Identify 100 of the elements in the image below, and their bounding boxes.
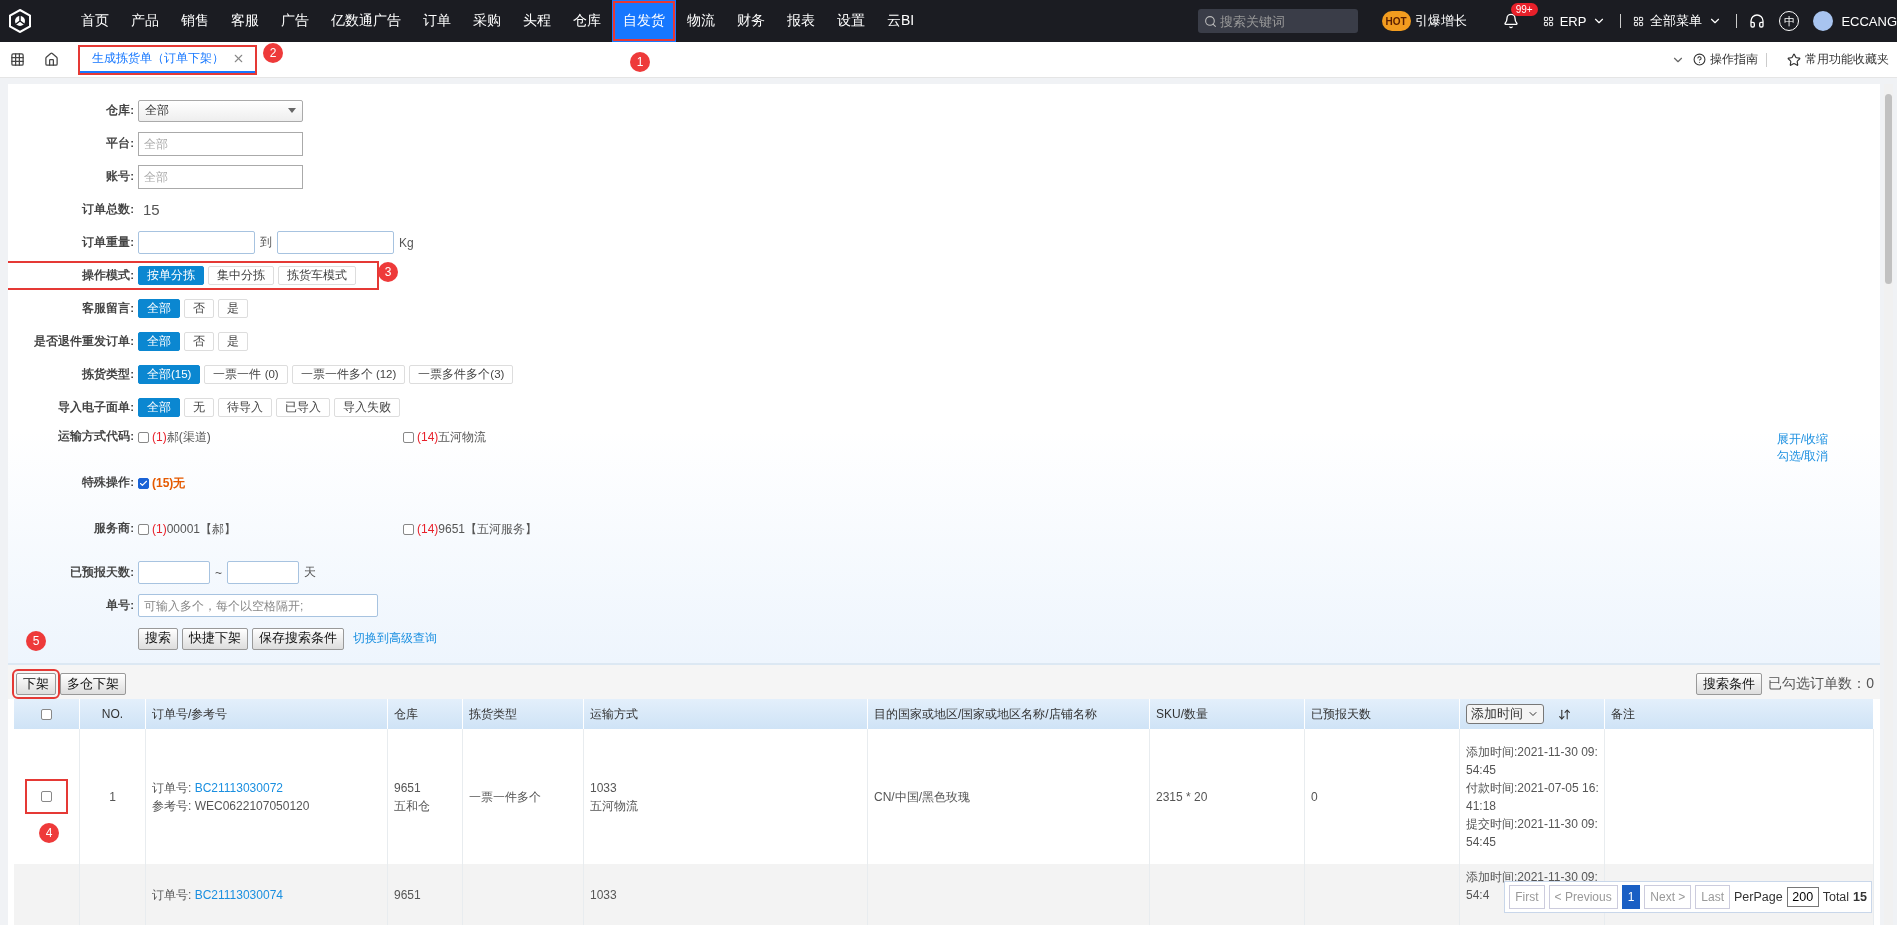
search-button[interactable]: 保存搜索条件: [252, 627, 344, 650]
nav-item[interactable]: 云BI: [876, 0, 926, 42]
filter-option[interactable]: 集中分拣: [208, 266, 274, 285]
column-header: NO.: [80, 699, 146, 729]
filter-option[interactable]: 一票一件 (0): [204, 365, 288, 384]
nav-item[interactable]: 亿数通广告: [320, 0, 412, 42]
total-count: 15: [1853, 890, 1867, 904]
logo-icon[interactable]: [8, 9, 32, 33]
sort-select[interactable]: 添加时间: [1466, 704, 1544, 724]
checkbox[interactable]: [41, 708, 52, 720]
apps-icon[interactable]: [9, 52, 25, 67]
filter-option[interactable]: 全部: [138, 332, 180, 351]
table-cell-text: CN/中国/黑色玫瑰: [874, 788, 971, 806]
filter-option[interactable]: 否: [184, 332, 214, 351]
days-max-field[interactable]: [227, 561, 299, 584]
filter-option[interactable]: 全部: [138, 299, 180, 318]
nav-item[interactable]: 客服: [220, 0, 270, 42]
filter-option[interactable]: 全部: [138, 398, 180, 417]
avatar[interactable]: [1813, 11, 1834, 31]
toggle-link[interactable]: 展开/收缩: [1776, 431, 1828, 448]
search-conditions-button[interactable]: 搜索条件: [1696, 673, 1763, 695]
nav-item[interactable]: 设置: [826, 0, 876, 42]
nav-item[interactable]: 订单: [412, 0, 462, 42]
table-cell-text: 2315 * 20: [1156, 788, 1209, 806]
filter-option[interactable]: 是: [218, 332, 248, 351]
per-page-field[interactable]: 200: [1786, 887, 1819, 907]
field-label: 账号:: [105, 169, 135, 184]
nav-item[interactable]: 首页: [70, 0, 120, 42]
user-name[interactable]: ECCANG: [1841, 13, 1897, 29]
favorites-link[interactable]: 常用功能收藏夹: [1805, 51, 1889, 68]
nav-item[interactable]: 采购: [462, 0, 512, 42]
filter-option[interactable]: 是: [218, 299, 248, 318]
filter-option[interactable]: 导入失败: [334, 398, 400, 417]
column-header: SKU/数量: [1150, 699, 1305, 729]
search-button[interactable]: 搜索: [138, 627, 178, 650]
filter-option[interactable]: 一票多件多个(3): [409, 365, 514, 384]
filter-option[interactable]: 一票一件多个 (12): [291, 365, 406, 384]
filter-option[interactable]: 已导入: [276, 398, 330, 417]
checkbox[interactable]: [403, 432, 414, 443]
nav-item[interactable]: 产品: [120, 0, 170, 42]
column-header: 拣货类型: [463, 699, 584, 729]
sort-icon[interactable]: [1558, 707, 1571, 721]
checkbox[interactable]: [41, 791, 52, 802]
warehouse-select[interactable]: 全部: [138, 99, 303, 122]
star-icon: [1787, 52, 1801, 67]
shelf-button[interactable]: 多仓下架: [60, 673, 126, 695]
nav-item[interactable]: 销售: [170, 0, 220, 42]
account-field[interactable]: 全部: [138, 164, 303, 189]
nav-item[interactable]: 报表: [776, 0, 826, 42]
checkbox[interactable]: [403, 524, 414, 535]
headset-icon[interactable]: [1749, 13, 1766, 29]
weight-max-field[interactable]: [277, 231, 394, 254]
filter-option[interactable]: 按单分拣: [138, 266, 204, 285]
search-field[interactable]: 搜索关键词: [1197, 9, 1358, 33]
page-button[interactable]: 1: [1621, 885, 1641, 909]
time-text: 付款时间:2021-07-05 16:: [1466, 779, 1599, 797]
table-cell-text: 9651: [394, 887, 422, 904]
order-number-field[interactable]: 可输入多个，每个以空格隔开;: [138, 594, 378, 617]
field-label: 特殊操作:: [81, 475, 135, 490]
table-cell-text: 五河物流: [590, 797, 639, 815]
scrollbar[interactable]: [1884, 84, 1893, 925]
nav-item[interactable]: 物流: [676, 0, 726, 42]
column-header: 已预报天数: [1305, 699, 1460, 729]
days-min-field[interactable]: [138, 561, 210, 584]
nav-item[interactable]: 自发货: [612, 0, 676, 42]
filter-option[interactable]: 否: [184, 299, 214, 318]
nav-item[interactable]: 头程: [512, 0, 562, 42]
all-menu[interactable]: 全部菜单: [1650, 12, 1703, 30]
order-total: 15: [143, 201, 160, 218]
erp-menu[interactable]: ERP: [1559, 13, 1587, 29]
close-icon[interactable]: [232, 52, 245, 65]
flame-icon: HOT: [1381, 11, 1411, 31]
search-icon: [1203, 15, 1217, 28]
filter-option[interactable]: 待导入: [218, 398, 272, 417]
search-button[interactable]: 快捷下架: [182, 627, 248, 650]
field-label: 导入电子面单:: [57, 400, 135, 415]
guide-link[interactable]: 操作指南: [1710, 51, 1758, 68]
page-tab[interactable]: 生成拣货单（订单下架）: [80, 46, 255, 73]
home-icon[interactable]: [43, 52, 59, 67]
callout-badge: 2: [263, 42, 283, 63]
nav-item[interactable]: 财务: [726, 0, 776, 42]
nav-item[interactable]: 广告: [270, 0, 320, 42]
field-label: 操作模式:: [81, 268, 135, 283]
nav-item[interactable]: 仓库: [562, 0, 612, 42]
filter-option[interactable]: 拣货车模式: [278, 266, 356, 285]
table-cell-text: 1033: [590, 779, 618, 797]
notification-icon[interactable]: [1502, 13, 1519, 29]
order-link[interactable]: BC21113030072: [194, 780, 283, 795]
callout-badge: 3: [378, 261, 398, 282]
platform-field[interactable]: 全部: [138, 131, 303, 156]
checkbox[interactable]: [138, 432, 149, 443]
filter-option[interactable]: 全部(15): [138, 365, 201, 384]
promo-link[interactable]: 引爆增长: [1414, 12, 1467, 30]
toggle-link[interactable]: 勾选/取消: [1776, 448, 1828, 465]
weight-min-field[interactable]: [138, 231, 255, 254]
filter-option[interactable]: 无: [184, 398, 214, 417]
checkbox[interactable]: [138, 478, 149, 489]
per-page-label: PerPage: [1734, 890, 1783, 904]
checkbox[interactable]: [138, 524, 149, 535]
notification-count: 99+: [1510, 3, 1538, 16]
